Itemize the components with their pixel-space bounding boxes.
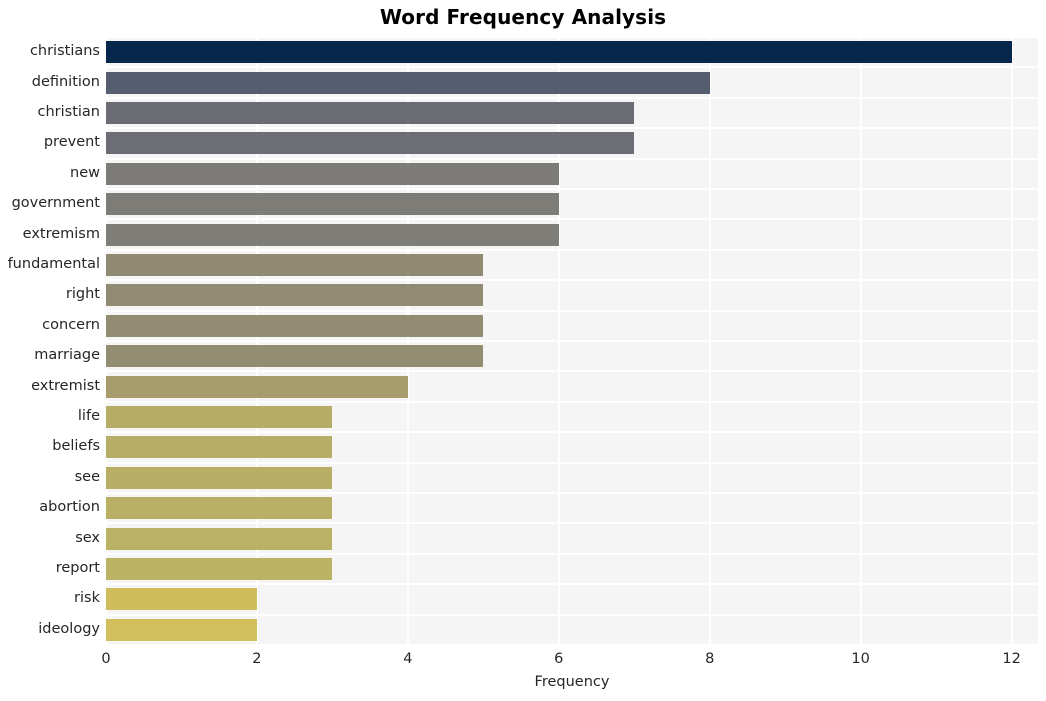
y-axis-tick-label: christian (37, 104, 101, 120)
bar (106, 284, 484, 307)
bar (106, 132, 635, 155)
gridline-horizontal (106, 37, 1038, 38)
bar (106, 162, 559, 185)
x-axis-label: Frequency (534, 674, 610, 690)
gridline-horizontal (106, 340, 1038, 342)
gridline-horizontal (106, 279, 1038, 282)
x-axis-tick-label: 12 (1002, 651, 1021, 667)
bar (106, 618, 257, 641)
bar (106, 375, 408, 398)
y-axis-tick-label: see (74, 468, 100, 485)
gridline-horizontal (106, 522, 1038, 525)
y-axis-tick-label: fundamental (7, 256, 100, 272)
bar (106, 527, 333, 550)
y-axis-tick-label: beliefs (52, 438, 100, 455)
bar (106, 193, 559, 216)
y-axis-tick-label: extremist (31, 377, 100, 394)
gridline-horizontal (106, 400, 1038, 403)
x-axis-tick-label: 2 (252, 651, 262, 667)
x-axis-tick-label: 4 (403, 651, 413, 667)
gridline-horizontal (106, 370, 1038, 373)
gridline-horizontal (106, 613, 1038, 616)
gridline-horizontal (106, 431, 1038, 434)
y-axis-tick-label: report (55, 560, 100, 576)
y-axis-tick-label: government (11, 195, 100, 212)
bar (106, 102, 635, 124)
gridline-horizontal (106, 583, 1038, 586)
gridline-horizontal (106, 157, 1038, 160)
y-axis-tick-label: new (70, 164, 100, 181)
bar (106, 345, 484, 368)
plot-area (106, 37, 1038, 645)
bar (106, 497, 333, 520)
y-axis-tick-label: risk (74, 590, 100, 607)
y-axis-tick-label: marriage (34, 347, 100, 364)
chart-title: Word Frequency Analysis (379, 5, 667, 29)
gridline-horizontal (106, 309, 1038, 312)
gridline-horizontal (106, 127, 1038, 130)
bar (106, 466, 333, 489)
y-axis-tick-label: abortion (39, 499, 100, 516)
y-axis-tick-label: life (77, 408, 100, 424)
y-axis-tick-label: ideology (38, 620, 100, 637)
y-axis-tick-labels: christians definition christian prevent new g… (0, 37, 100, 645)
y-axis-tick-label: christians (29, 43, 100, 60)
y-axis-tick-label: concern (42, 316, 100, 333)
bar (106, 406, 333, 428)
x-axis-tick-labels: 0 2 4 6 8 10 12 (101, 645, 1038, 675)
x-axis-tick-label: 6 (554, 651, 564, 667)
bar (106, 558, 333, 580)
gridline-horizontal (106, 552, 1038, 555)
y-axis-tick-label: definition (31, 73, 100, 90)
bar (106, 71, 710, 94)
word-frequency-bar-chart: Word Frequency Analysis christians defini… (0, 0, 1046, 701)
bar (106, 588, 257, 611)
x-axis-tick-label: 10 (851, 651, 870, 667)
bar (106, 41, 1012, 64)
gridline-horizontal (106, 248, 1038, 251)
y-axis-tick-label: sex (75, 529, 100, 546)
bar (106, 223, 559, 246)
gridline-horizontal (106, 461, 1038, 464)
gridline-horizontal (106, 66, 1038, 69)
bar (106, 436, 333, 459)
gridline-horizontal (106, 218, 1038, 221)
gridline-horizontal (106, 492, 1038, 494)
y-axis-tick-label: prevent (43, 134, 100, 151)
bar (106, 254, 484, 276)
gridline-horizontal (106, 188, 1038, 190)
x-axis-tick-label: 0 (101, 651, 111, 667)
x-axis-tick-label: 8 (705, 651, 715, 667)
y-axis-tick-label: extremism (22, 225, 100, 242)
gridline-horizontal (106, 96, 1038, 99)
y-axis-tick-label: right (65, 286, 100, 303)
bar (106, 314, 484, 337)
